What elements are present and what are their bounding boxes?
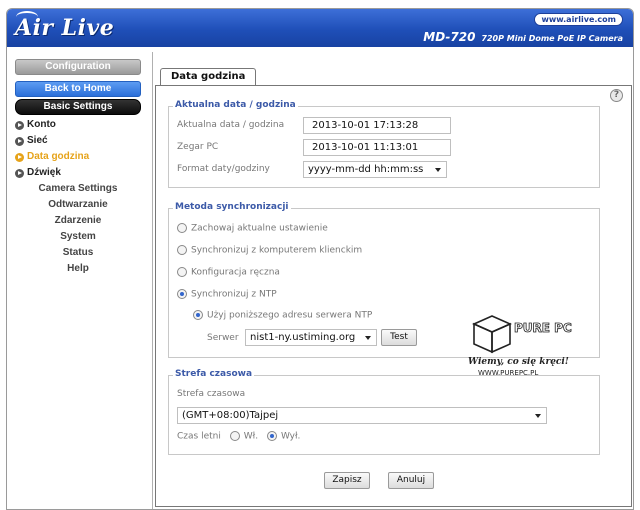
arrow-right-icon: [15, 136, 24, 146]
sync-option-ntp[interactable]: Synchronizuj z NTP: [177, 289, 277, 300]
pc-clock-label: Zegar PC: [177, 142, 219, 152]
datetime-group: Aktualna data / godzina Aktualna data / …: [168, 100, 600, 188]
main-panel: Data godzina ? Aktualna data / godzina A…: [152, 52, 632, 509]
current-datetime-value: 2013-10-01 17:13:28: [303, 117, 451, 134]
timezone-value: (GMT+08:00)Tajpej: [182, 410, 279, 421]
model-title: MD-720 720P Mini Dome PoE IP Camera: [423, 30, 623, 44]
cancel-button[interactable]: Anuluj: [388, 472, 434, 489]
sync-option-label: Synchronizuj z komputerem klienckim: [191, 245, 363, 256]
sync-option-label: Konfiguracja ręczna: [191, 267, 280, 278]
chevron-down-icon: [535, 414, 541, 418]
sidebar-zdarzenie[interactable]: Zdarzenie: [13, 213, 143, 229]
test-button[interactable]: Test: [381, 329, 417, 346]
tab-data-godzina[interactable]: Data godzina: [160, 68, 257, 85]
chevron-down-icon: [365, 336, 371, 340]
radio-selected-icon[interactable]: [193, 310, 203, 320]
date-format-select[interactable]: yyyy-mm-dd hh:mm:ss: [303, 161, 447, 178]
sidebar-item-siec[interactable]: Sieć: [13, 133, 143, 149]
ntp-server-option[interactable]: Użyj poniższego adresu serwera NTP: [193, 310, 372, 321]
settings-content: ? Aktualna data / godzina Aktualna data …: [155, 85, 632, 507]
sync-option-pc[interactable]: Synchronizuj z komputerem klienckim: [177, 245, 362, 256]
sidebar-odtwarzanie[interactable]: Odtwarzanie: [13, 197, 143, 213]
dst-label: Czas letni: [177, 431, 221, 442]
timezone-legend: Strefa czasowa: [173, 369, 255, 379]
radio-icon[interactable]: [177, 245, 187, 255]
date-format-value: yyyy-mm-dd hh:mm:ss: [308, 164, 424, 175]
sidebar-camera-settings[interactable]: Camera Settings: [13, 181, 143, 197]
configuration-button[interactable]: Configuration: [15, 59, 141, 75]
sidebar-system[interactable]: System: [13, 229, 143, 245]
arrow-right-icon: [15, 152, 24, 162]
header-bar: Air Live www.airlive.com MD-720 720P Mini…: [7, 9, 633, 47]
sync-option-label: Synchronizuj z NTP: [191, 289, 277, 300]
sync-legend: Metoda synchronizacji: [173, 202, 291, 212]
dst-off-label: Wył.: [280, 431, 301, 442]
sidebar-status[interactable]: Status: [13, 245, 143, 261]
chevron-down-icon: [435, 168, 441, 172]
arrow-right-icon: [15, 120, 24, 130]
app-window: Air Live www.airlive.com MD-720 720P Mini…: [6, 8, 634, 510]
ntp-option-label: Użyj poniższego adresu serwera NTP: [207, 310, 373, 321]
model-name: MD-720: [423, 30, 476, 44]
dst-on-label: Wł.: [243, 431, 259, 442]
ntp-server-select[interactable]: nist1-ny.ustiming.org: [245, 329, 377, 346]
server-label: Serwer: [207, 333, 239, 343]
back-to-home-button[interactable]: Back to Home: [15, 81, 141, 97]
timezone-select[interactable]: (GMT+08:00)Tajpej: [177, 407, 547, 424]
sidebar-item-label: Sieć: [27, 135, 48, 146]
arrow-right-icon: [15, 168, 24, 178]
timezone-group: Strefa czasowa Strefa czasowa (GMT+08:00…: [168, 369, 600, 455]
date-format-label: Format daty/godziny: [177, 164, 270, 174]
sidebar-item-label: Konto: [27, 119, 56, 130]
dst-off-radio-icon[interactable]: [266, 431, 277, 441]
sync-option-manual[interactable]: Konfiguracja ręczna: [177, 267, 280, 278]
sidebar-item-label: Data godzina: [27, 151, 90, 162]
sidebar-item-data-godzina[interactable]: Data godzina: [13, 149, 143, 165]
watermark-url: WWW.PUREPC.PL: [478, 369, 538, 377]
radio-selected-icon[interactable]: [177, 289, 187, 299]
airlive-logo: Air Live: [15, 15, 115, 41]
website-link[interactable]: www.airlive.com: [534, 13, 623, 26]
radio-icon[interactable]: [177, 267, 187, 277]
timezone-label: Strefa czasowa: [177, 389, 246, 399]
pc-clock-value: 2013-10-01 11:13:01: [303, 139, 451, 156]
dst-row: Czas letni Wł. Wył.: [177, 431, 300, 442]
sidebar-item-label: Dźwięk: [27, 167, 61, 178]
current-datetime-label: Aktualna data / godzina: [177, 120, 285, 130]
watermark-slogan: Wiemy, co się kręci!: [468, 357, 569, 367]
datetime-legend: Aktualna data / godzina: [173, 100, 298, 110]
sync-option-label: Zachowaj aktualne ustawienie: [191, 223, 328, 234]
ntp-server-value: nist1-ny.ustiming.org: [250, 332, 356, 343]
dst-on-radio-icon[interactable]: [229, 431, 240, 441]
radio-icon[interactable]: [177, 223, 187, 233]
sidebar: Configuration Back to Home Basic Setting…: [13, 53, 143, 277]
save-button[interactable]: Zapisz: [324, 472, 370, 489]
help-icon[interactable]: ?: [610, 89, 623, 102]
basic-settings-button[interactable]: Basic Settings: [15, 99, 141, 115]
model-description: 720P Mini Dome PoE IP Camera: [481, 34, 623, 43]
sidebar-help[interactable]: Help: [13, 261, 143, 277]
purepc-watermark: PURE PC Wiemy, co się kręci! WWW.PUREPC.…: [466, 302, 576, 378]
purepc-cube-icon: PURE PC Wiemy, co się kręci! WWW.PUREPC.…: [468, 315, 572, 377]
sync-option-keep[interactable]: Zachowaj aktualne ustawienie: [177, 223, 328, 234]
sidebar-item-konto[interactable]: Konto: [13, 117, 143, 133]
sidebar-item-dzwiek[interactable]: Dźwięk: [13, 165, 143, 181]
watermark-title: PURE PC: [514, 321, 572, 335]
